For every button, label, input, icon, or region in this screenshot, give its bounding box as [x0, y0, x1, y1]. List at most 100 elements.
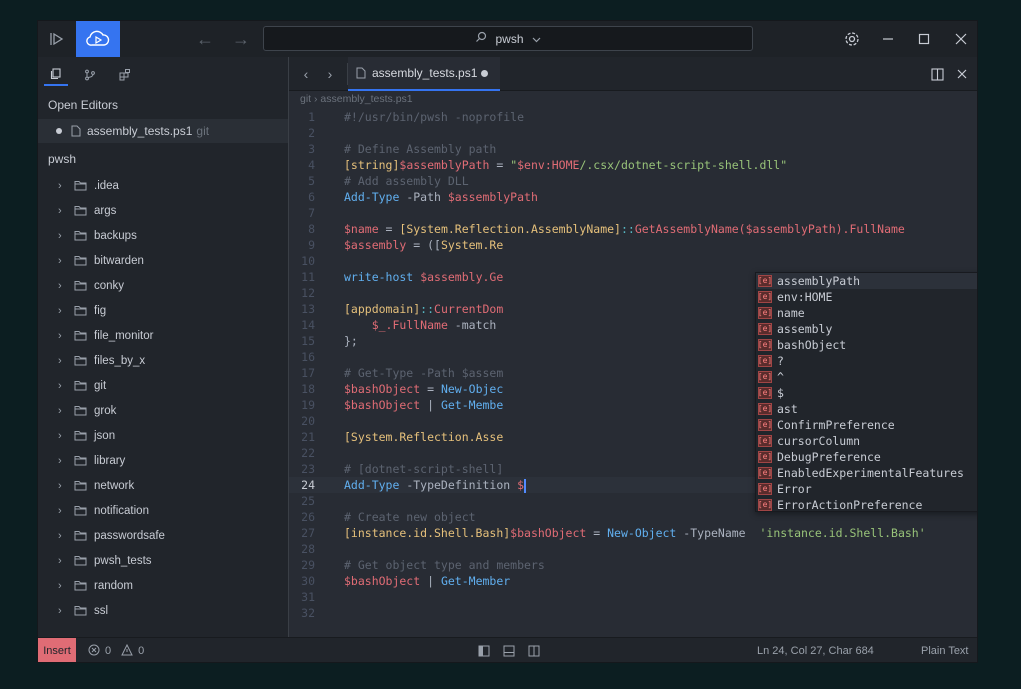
autocomplete-item[interactable]: [e] ^: [756, 369, 977, 385]
tree-folder-item[interactable]: › grok: [38, 398, 288, 423]
text-cursor: [524, 478, 527, 493]
tree-folder-label: args: [94, 204, 117, 217]
tree-folder-label: random: [94, 579, 133, 592]
autocomplete-item[interactable]: [e] EnabledExperimentalFeatures: [756, 465, 977, 481]
tree-folder-item[interactable]: › ssl: [38, 598, 288, 623]
tree-folder-label: grok: [94, 404, 117, 417]
tree-folder-item[interactable]: › conky: [38, 273, 288, 298]
sidebar: Open Editors assembly_tests.ps1 git pwsh…: [38, 57, 289, 637]
tree-folder-label: network: [94, 479, 135, 492]
autocomplete-item[interactable]: [e] name: [756, 305, 977, 321]
tree-folder-item[interactable]: › library: [38, 448, 288, 473]
code-line: 31: [301, 590, 315, 604]
toggle-right-panel-icon[interactable]: [524, 638, 544, 662]
maximize-icon[interactable]: [907, 21, 941, 57]
autocomplete-item[interactable]: [e] ConfirmPreference: [756, 417, 977, 433]
tree-folder-item[interactable]: › backups: [38, 223, 288, 248]
tree-folder-label: ssl: [94, 604, 109, 617]
tree-folder-item[interactable]: › files_by_x: [38, 348, 288, 373]
split-editor-icon[interactable]: [925, 57, 949, 91]
toggle-left-panel-icon[interactable]: [474, 638, 494, 662]
autocomplete-item[interactable]: [e] $: [756, 385, 977, 401]
toggle-bottom-panel-icon[interactable]: [499, 638, 519, 662]
error-count: 0: [105, 645, 112, 657]
command-search-bar[interactable]: pwsh: [263, 26, 753, 51]
language-mode[interactable]: Plain Text: [921, 638, 969, 662]
autocomplete-popup: [e] assemblyPath [e] env:HOME [e] name [e] asse…: [755, 272, 977, 513]
variable-icon: [e]: [757, 419, 773, 431]
extensions-icon[interactable]: [113, 64, 137, 86]
tree-folder-item[interactable]: › notification: [38, 498, 288, 523]
tree-folder-item[interactable]: › network: [38, 473, 288, 498]
folder-icon: [74, 180, 87, 191]
run-icon[interactable]: [38, 21, 76, 57]
git-branch-icon[interactable]: [78, 64, 102, 86]
code-line: 7: [308, 206, 315, 220]
code-line: 10: [301, 254, 315, 268]
tree-folder-item[interactable]: › fig: [38, 298, 288, 323]
tree-folder-label: passwordsafe: [94, 529, 165, 542]
close-icon[interactable]: [943, 21, 977, 57]
file-icon: [71, 125, 81, 137]
minimize-icon[interactable]: [871, 21, 905, 57]
breadcrumb[interactable]: git › assembly_tests.ps1: [289, 91, 977, 107]
chevron-right-icon: ›: [58, 279, 62, 292]
chevron-right-icon: ›: [58, 329, 62, 342]
variable-icon: [e]: [757, 451, 773, 463]
diagnostics-summary[interactable]: 0 0: [88, 638, 144, 662]
chevron-right-icon[interactable]: ›: [318, 57, 342, 91]
tree-folder-item[interactable]: › .idea: [38, 173, 288, 198]
tree-folder-item[interactable]: › bitwarden: [38, 248, 288, 273]
autocomplete-item[interactable]: [e] ErrorActionPreference: [756, 497, 977, 513]
autocomplete-item[interactable]: [e] bashObject: [756, 337, 977, 353]
tree-folder-item[interactable]: › git: [38, 373, 288, 398]
chevron-right-icon: ›: [58, 579, 62, 592]
chevron-right-icon: ›: [58, 229, 62, 242]
close-editor-icon[interactable]: [951, 57, 973, 91]
code-line: 4 [string]$assemblyPath = "$env:HOME/.csx…: [308, 158, 788, 172]
chevron-left-icon[interactable]: ‹: [294, 57, 318, 91]
autocomplete-item[interactable]: [e] assemblyPath: [756, 273, 977, 289]
autocomplete-item[interactable]: [e] Error: [756, 481, 977, 497]
tree-folder-item[interactable]: › passwordsafe: [38, 523, 288, 548]
cloud-play-icon[interactable]: [76, 21, 120, 57]
autocomplete-label: ^: [777, 370, 784, 384]
cursor-position[interactable]: Ln 24, Col 27, Char 684: [757, 638, 874, 662]
autocomplete-item[interactable]: [e]?: [756, 353, 977, 369]
tree-folder-item[interactable]: › pwsh_tests: [38, 548, 288, 573]
folder-icon: [74, 480, 87, 491]
gear-icon[interactable]: [835, 21, 869, 57]
code-line: 6 Add-Type -Path $assemblyPath: [308, 190, 538, 204]
folder-icon: [74, 380, 87, 391]
tree-folder-item[interactable]: › random: [38, 573, 288, 598]
file-tree: › .idea › args › backups › bitwarden › conky › fig ›…: [38, 173, 288, 623]
files-tab-icon[interactable]: [44, 64, 68, 86]
variable-icon: [e]: [757, 323, 773, 335]
autocomplete-item[interactable]: [e] cursorColumn: [756, 433, 977, 449]
open-editor-item[interactable]: assembly_tests.ps1 git: [38, 119, 288, 143]
open-editors-header[interactable]: Open Editors: [38, 91, 288, 119]
autocomplete-item[interactable]: [e] env:HOME: [756, 289, 977, 305]
autocomplete-item[interactable]: [e] assembly: [756, 321, 977, 337]
forward-arrow-icon[interactable]: →: [224, 21, 258, 57]
vim-mode-badge[interactable]: Insert: [38, 638, 76, 662]
modified-dot-icon[interactable]: [481, 69, 488, 77]
tree-folder-label: conky: [94, 279, 125, 292]
autocomplete-label: env:HOME: [777, 290, 833, 304]
autocomplete-label: $: [777, 386, 784, 400]
workspace-header[interactable]: pwsh: [38, 145, 288, 173]
search-label: pwsh: [495, 31, 524, 46]
tree-folder-item[interactable]: › args: [38, 198, 288, 223]
chevron-right-icon: ›: [58, 204, 62, 217]
chevron-right-icon: ›: [58, 479, 62, 492]
tab-assembly-tests[interactable]: assembly_tests.ps1: [348, 57, 500, 91]
chevron-right-icon: ›: [58, 529, 62, 542]
variable-icon: [e]: [757, 339, 773, 351]
tree-folder-item[interactable]: › file_monitor: [38, 323, 288, 348]
autocomplete-label: assemblyPath: [777, 274, 861, 288]
back-arrow-icon[interactable]: ←: [188, 21, 222, 57]
tree-folder-item[interactable]: › json: [38, 423, 288, 448]
autocomplete-item[interactable]: [e] ast: [756, 401, 977, 417]
autocomplete-item[interactable]: [e] DebugPreference: [756, 449, 977, 465]
variable-icon: [e]: [757, 403, 773, 415]
